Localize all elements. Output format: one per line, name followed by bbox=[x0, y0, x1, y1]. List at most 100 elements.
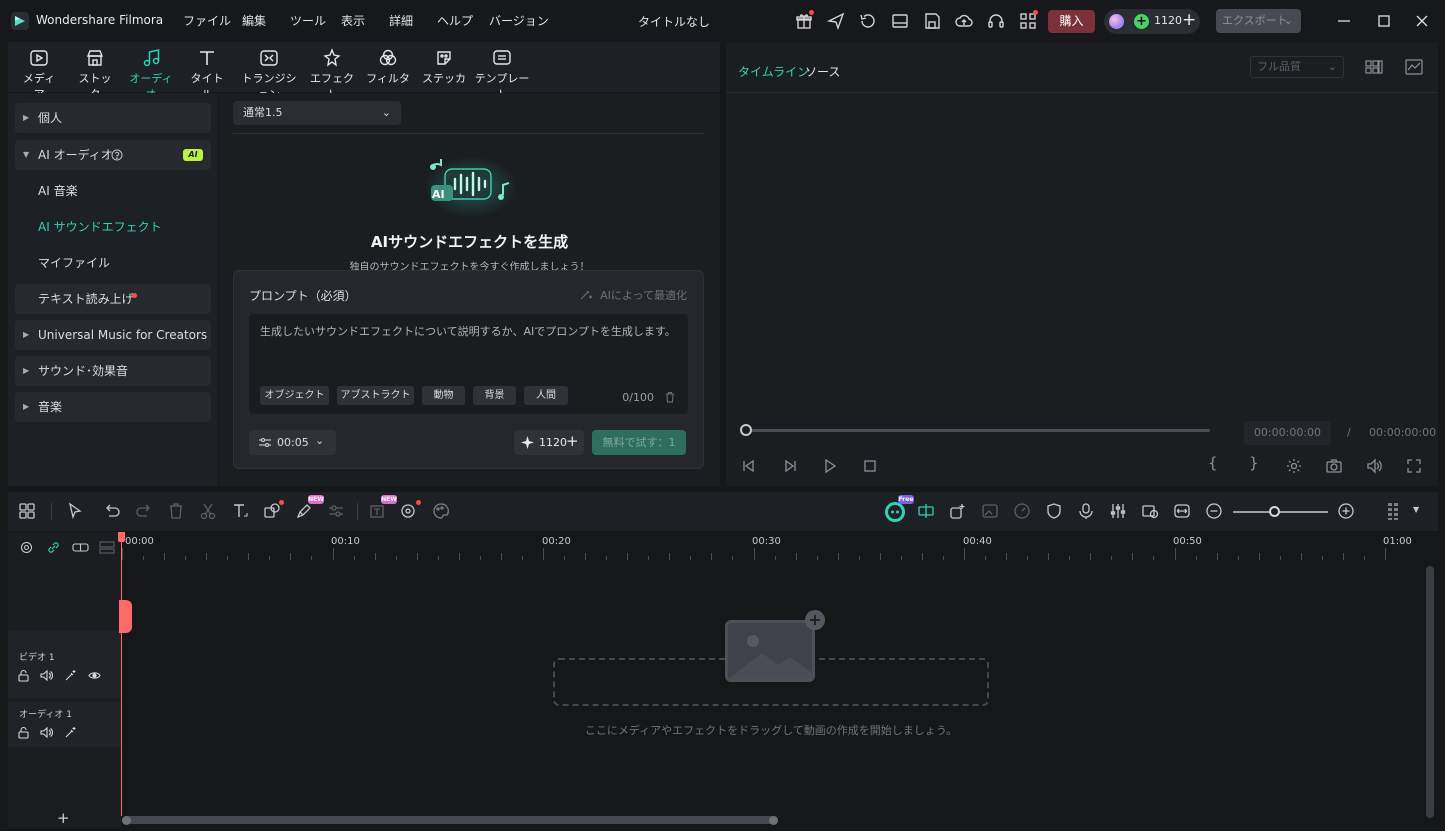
magic-brush-icon[interactable] bbox=[64, 726, 77, 739]
layout-icon[interactable] bbox=[891, 12, 909, 30]
prev-frame-icon[interactable] bbox=[741, 458, 757, 474]
adjust-icon[interactable] bbox=[327, 502, 345, 520]
ai-optimize-button[interactable]: AIによって最適化 bbox=[579, 287, 687, 303]
add-track-button[interactable]: + bbox=[57, 809, 70, 827]
lock-icon[interactable] bbox=[17, 726, 30, 739]
buy-button[interactable]: 購入 bbox=[1048, 10, 1095, 33]
prompt-input[interactable]: 生成したいサウンドエフェクトについて説明するか、AIでプロンプトを生成します。 … bbox=[249, 314, 688, 414]
sidebar-item-my-files[interactable]: マイファイル bbox=[15, 248, 211, 278]
close-icon[interactable] bbox=[1413, 12, 1431, 30]
group-icon[interactable] bbox=[72, 541, 89, 554]
shield-icon[interactable] bbox=[1045, 502, 1063, 520]
add-credits-icon[interactable]: + bbox=[566, 429, 579, 454]
sidebar-item-ai-sound-effects[interactable]: AI サウンドエフェクト bbox=[15, 212, 211, 242]
image-ai-icon[interactable] bbox=[981, 502, 999, 520]
playhead-top[interactable] bbox=[118, 532, 125, 542]
sidebar-item-universal-music[interactable]: ▶ Universal Music for Creators bbox=[15, 320, 211, 350]
sidebar-item-personal[interactable]: ▶ 個人 bbox=[15, 103, 211, 133]
chip-human[interactable]: 人間 bbox=[524, 386, 568, 405]
caret-down-icon[interactable]: ▼ bbox=[1413, 505, 1419, 514]
zoom-out-icon[interactable] bbox=[1205, 502, 1223, 520]
menu-edit[interactable]: 編集 bbox=[242, 12, 266, 29]
lock-icon[interactable] bbox=[17, 669, 30, 682]
undo-icon[interactable] bbox=[103, 502, 121, 520]
chip-object[interactable]: オブジェクト bbox=[260, 386, 329, 405]
chip-animal[interactable]: 動物 bbox=[422, 386, 465, 405]
chip-background[interactable]: 背景 bbox=[473, 386, 516, 405]
sidebar-item-sound-effects[interactable]: ▶ サウンド･効果音 bbox=[15, 356, 211, 386]
avatar[interactable] bbox=[1109, 14, 1124, 29]
maximize-icon[interactable] bbox=[1375, 12, 1393, 30]
layout-grid-icon[interactable] bbox=[18, 502, 36, 520]
text-tool-icon[interactable] bbox=[231, 502, 249, 520]
grid-view-icon[interactable] bbox=[1364, 57, 1384, 77]
fullscreen-icon[interactable] bbox=[1406, 458, 1422, 474]
scene-detect-icon[interactable] bbox=[917, 502, 935, 520]
zoom-slider[interactable] bbox=[1233, 511, 1328, 513]
menu-file[interactable]: ファイル bbox=[183, 12, 231, 29]
ai-mate-icon[interactable] bbox=[884, 501, 906, 523]
menu-help[interactable]: ヘルプ bbox=[437, 12, 473, 29]
menu-view[interactable]: 表示 bbox=[341, 12, 365, 29]
sidebar-item-text-to-speech[interactable]: テキスト読み上げ bbox=[15, 284, 211, 314]
smart-edit-icon[interactable] bbox=[949, 502, 967, 520]
camera-icon[interactable] bbox=[1326, 458, 1342, 474]
sidebar-item-ai-audio[interactable]: ▼ AI オーディオ AI bbox=[15, 140, 211, 170]
sidebar-item-ai-music[interactable]: AI 音楽 bbox=[15, 176, 211, 206]
waveform-chart-icon[interactable] bbox=[1404, 57, 1424, 77]
trash-icon[interactable] bbox=[664, 391, 676, 403]
link-icon[interactable] bbox=[47, 541, 60, 554]
menu-advanced[interactable]: 詳細 bbox=[389, 12, 413, 29]
add-credits-icon[interactable]: + bbox=[1182, 10, 1196, 30]
model-select[interactable]: 通常1.5 ⌄ bbox=[233, 101, 401, 125]
history-icon[interactable] bbox=[859, 12, 877, 30]
sidebar-item-music[interactable]: ▶ 音楽 bbox=[15, 392, 211, 422]
pen-tool-icon[interactable] bbox=[295, 502, 313, 520]
stop-icon[interactable] bbox=[862, 458, 878, 474]
help-icon[interactable] bbox=[111, 149, 123, 161]
try-free-button[interactable]: 無料で試す：1 bbox=[592, 430, 686, 455]
fit-timeline-icon[interactable] bbox=[1173, 502, 1191, 520]
chip-abstract[interactable]: アブストラクト bbox=[337, 386, 414, 405]
timeline-canvas[interactable]: 00:00 00:10 00:20 00:30 00:40 00:50 01:0… bbox=[118, 532, 1438, 828]
quality-select[interactable]: フル品質 ⌄ bbox=[1250, 56, 1344, 78]
next-frame-icon[interactable] bbox=[782, 458, 798, 474]
magic-brush-icon[interactable] bbox=[64, 669, 77, 682]
ai-audio-tool-icon[interactable] bbox=[400, 502, 418, 520]
credits-pill[interactable]: + 1120 + bbox=[1104, 9, 1200, 34]
tab-source[interactable]: ソース bbox=[805, 63, 840, 80]
save-icon[interactable] bbox=[923, 12, 941, 30]
timeline-settings-icon[interactable] bbox=[20, 541, 33, 554]
shape-crop-icon[interactable] bbox=[263, 502, 281, 520]
mute-icon[interactable] bbox=[40, 669, 53, 682]
settings-icon[interactable] bbox=[1286, 458, 1302, 474]
speed-ramp-icon[interactable] bbox=[1013, 502, 1031, 520]
track-manager-icon[interactable] bbox=[99, 541, 115, 554]
volume-icon[interactable] bbox=[1366, 458, 1382, 474]
mixer-icon[interactable] bbox=[1109, 502, 1127, 520]
replace-media-icon[interactable] bbox=[1141, 502, 1159, 520]
headset-icon[interactable] bbox=[987, 12, 1005, 30]
minimize-icon[interactable] bbox=[1335, 12, 1353, 30]
menu-version[interactable]: バージョン bbox=[489, 12, 549, 29]
split-scissors-icon[interactable] bbox=[199, 502, 217, 520]
export-button[interactable]: エクスポート ⌄ bbox=[1216, 9, 1301, 33]
send-icon[interactable] bbox=[827, 12, 845, 30]
ai-text-icon[interactable] bbox=[369, 502, 387, 520]
cloud-icon[interactable] bbox=[955, 12, 973, 30]
delete-icon[interactable] bbox=[167, 502, 185, 520]
redo-icon[interactable] bbox=[135, 502, 153, 520]
playhead-handle[interactable] bbox=[119, 600, 132, 633]
scrollbar-start-handle[interactable] bbox=[122, 816, 131, 825]
duration-select[interactable]: 00:05 ⌄ bbox=[249, 430, 336, 455]
zoom-in-icon[interactable] bbox=[1337, 502, 1355, 520]
playback-scrubber[interactable] bbox=[745, 429, 1210, 432]
tab-timeline[interactable]: タイムライン bbox=[738, 63, 809, 80]
track-size-icon[interactable] bbox=[1384, 502, 1402, 520]
mute-icon[interactable] bbox=[40, 726, 53, 739]
mark-out-icon[interactable]: } bbox=[1249, 454, 1259, 472]
scrubber-handle[interactable] bbox=[740, 424, 752, 436]
microphone-icon[interactable] bbox=[1077, 502, 1095, 520]
playhead[interactable] bbox=[118, 532, 132, 816]
horizontal-scrollbar[interactable] bbox=[122, 816, 778, 824]
